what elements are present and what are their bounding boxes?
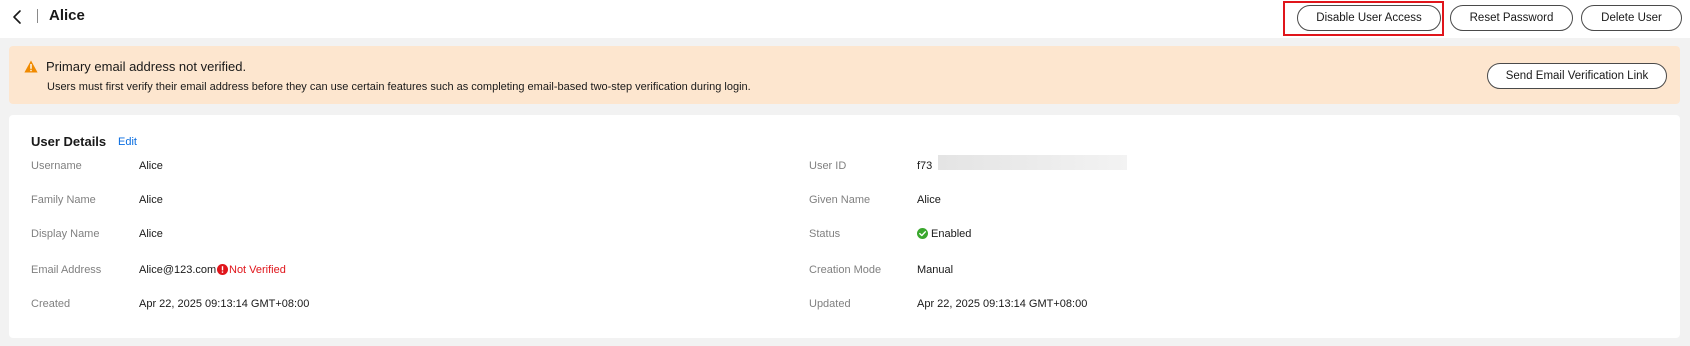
creation-mode-value: Manual	[917, 264, 954, 276]
send-email-verification-link-button[interactable]: Send Email Verification Link	[1487, 63, 1667, 89]
created-label: Created	[31, 298, 71, 310]
given-name-value: Alice	[917, 194, 941, 206]
error-circle-icon	[217, 264, 228, 275]
family-name-label: Family Name	[31, 194, 96, 206]
highlight-box	[1283, 1, 1444, 36]
warning-banner: Primary email address not verified. User…	[9, 46, 1680, 104]
status-label: Status	[809, 228, 841, 240]
given-name-label: Given Name	[809, 194, 871, 206]
user-id-value: f73	[917, 160, 933, 172]
reset-password-button[interactable]: Reset Password	[1450, 5, 1573, 31]
check-circle-icon	[917, 228, 928, 239]
header-divider	[37, 9, 38, 23]
family-name-value: Alice	[139, 194, 163, 206]
display-name-label: Display Name	[31, 228, 100, 240]
page-header: Alice Disable User Access Reset Password…	[0, 0, 1690, 38]
email-address-value: Alice@123.com	[139, 264, 217, 276]
username-label: Username	[31, 160, 82, 172]
redacted-user-id	[938, 155, 1127, 170]
not-verified-text: Not Verified	[229, 264, 286, 276]
created-value: Apr 22, 2025 09:13:14 GMT+08:00	[139, 298, 310, 310]
section-title: User Details	[31, 134, 107, 149]
page-title: Alice	[49, 7, 85, 24]
delete-user-button[interactable]: Delete User	[1581, 5, 1682, 31]
status-text: Enabled	[931, 228, 972, 240]
warning-triangle-icon	[24, 60, 38, 73]
display-name-value: Alice	[139, 228, 163, 240]
email-address-label: Email Address	[31, 264, 102, 276]
updated-label: Updated	[809, 298, 851, 310]
edit-link[interactable]: Edit	[118, 135, 137, 149]
user-details-card: User Details Edit Username Alice Family …	[9, 115, 1680, 338]
warning-title: Primary email address not verified.	[46, 59, 247, 74]
creation-mode-label: Creation Mode	[809, 264, 882, 276]
back-icon[interactable]	[8, 7, 28, 27]
status-value: Enabled	[917, 227, 971, 241]
updated-value: Apr 22, 2025 09:13:14 GMT+08:00	[917, 298, 1088, 310]
email-not-verified-badge: Not Verified	[217, 263, 286, 277]
warning-message: Users must first verify their email addr…	[47, 81, 751, 93]
username-value: Alice	[139, 160, 163, 172]
user-id-label: User ID	[809, 160, 847, 172]
